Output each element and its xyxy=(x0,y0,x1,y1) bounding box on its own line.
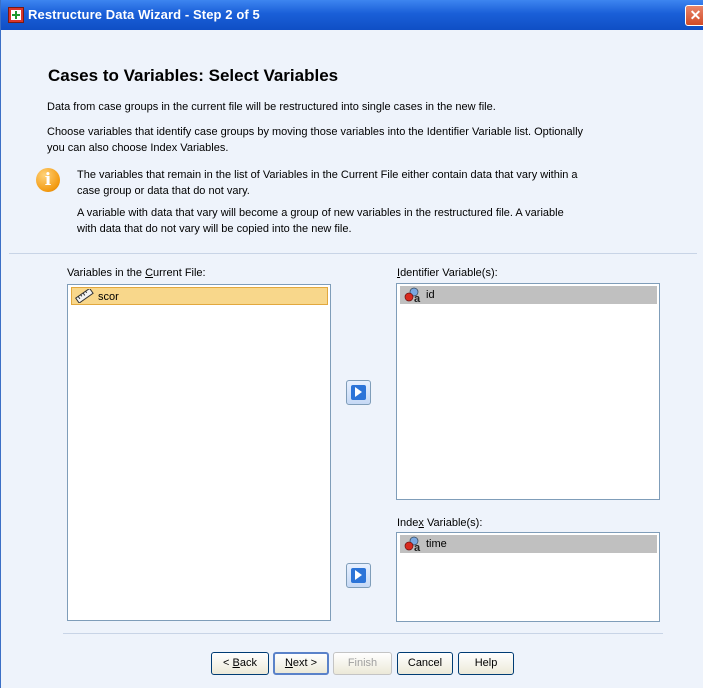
page-title: Cases to Variables: Select Variables xyxy=(48,66,339,85)
header-divider xyxy=(9,253,697,254)
move-to-identifier-button[interactable] xyxy=(346,380,371,405)
current-file-list[interactable]: scor xyxy=(67,284,331,621)
info-icon: i xyxy=(36,168,60,192)
nominal-variable-icon: a xyxy=(404,287,421,303)
help-button[interactable]: Help xyxy=(458,652,514,675)
info-text-line3: A variable with data that vary will beco… xyxy=(77,207,564,219)
window-title: Restructure Data Wizard - Step 2 of 5 xyxy=(28,7,260,22)
back-button[interactable]: < Back xyxy=(211,652,269,675)
move-to-index-button[interactable] xyxy=(346,563,371,588)
svg-text:a: a xyxy=(414,542,421,552)
arrow-right-icon xyxy=(351,385,366,400)
title-bar[interactable]: Restructure Data Wizard - Step 2 of 5 ✕ xyxy=(1,0,703,30)
wizard-window: Restructure Data Wizard - Step 2 of 5 ✕ … xyxy=(0,0,703,688)
scale-ruler-icon xyxy=(75,289,94,303)
info-text-line4: with data that do not vary will be copie… xyxy=(77,223,352,235)
variable-name: time xyxy=(426,538,447,550)
index-label: Index Variable(s): xyxy=(397,517,483,529)
arrow-right-icon xyxy=(351,568,366,583)
next-button[interactable]: Next > xyxy=(273,652,329,675)
identifier-label: Identifier Variable(s): xyxy=(397,267,498,279)
close-icon: ✕ xyxy=(689,7,702,23)
variable-name: id xyxy=(426,289,435,301)
current-file-label: Variables in the Current File: xyxy=(67,267,206,279)
footer-divider xyxy=(63,633,663,634)
identifier-list[interactable]: a id xyxy=(396,283,660,500)
list-item[interactable]: scor xyxy=(71,287,328,305)
index-list[interactable]: a time xyxy=(396,532,660,622)
info-text-line2: case group or data that do not vary. xyxy=(77,185,250,197)
close-button[interactable]: ✕ xyxy=(685,5,703,26)
list-item[interactable]: a time xyxy=(400,535,657,553)
spss-app-icon xyxy=(8,7,24,23)
instruction-text-line1: Choose variables that identify case grou… xyxy=(47,126,584,138)
instruction-text-line2: you can also choose Index Variables. xyxy=(47,142,229,154)
list-item[interactable]: a id xyxy=(400,286,657,304)
finish-button[interactable]: Finish xyxy=(333,652,392,675)
svg-text:a: a xyxy=(414,293,421,303)
info-text-line1: The variables that remain in the list of… xyxy=(77,169,578,181)
description-text: Data from case groups in the current fil… xyxy=(47,101,496,113)
cancel-button[interactable]: Cancel xyxy=(397,652,453,675)
variable-name: scor xyxy=(98,291,119,303)
nominal-variable-icon: a xyxy=(404,536,421,552)
